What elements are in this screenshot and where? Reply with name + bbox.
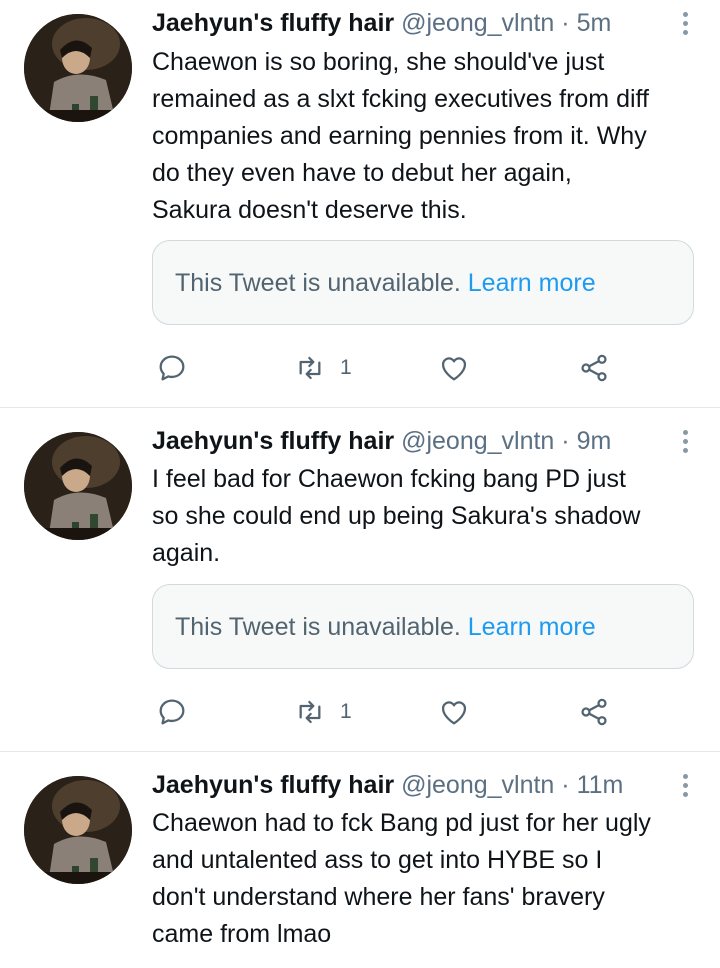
avatar[interactable] [24, 432, 132, 540]
reply-icon [159, 699, 185, 725]
retweet-button[interactable]: 1 [294, 348, 352, 388]
avatar-image [24, 776, 132, 884]
reply-button[interactable] [156, 692, 188, 732]
tweet-text-line: don't understand where her fans' bravery [152, 883, 605, 911]
learn-more-link[interactable]: Learn more [468, 613, 596, 641]
avatar[interactable] [24, 14, 132, 122]
share-button[interactable] [578, 348, 610, 388]
quoted-tweet-unavailable[interactable]: This Tweet is unavailable. Learn more [152, 240, 694, 325]
heart-icon [441, 357, 467, 381]
learn-more-link[interactable]: Learn more [468, 269, 596, 297]
tweet-text-line: remained as a slxt fcking executives fro… [152, 85, 649, 113]
tweet-text-line: Chaewon had to fck Bang pd just for her … [152, 809, 651, 837]
unavailable-text: This Tweet is unavailable. [175, 269, 461, 297]
more-vertical-icon[interactable] [682, 12, 690, 39]
avatar-image [24, 432, 132, 540]
tweet-text: Chaewon had to fck Bang pd just for her … [152, 805, 697, 953]
tweet-text: I feel bad for Chaewon fcking bang PD ju… [152, 461, 697, 572]
reply-button[interactable] [156, 348, 188, 388]
tweet-text-line: Chaewon is so boring, she should've just [152, 48, 605, 76]
tweet[interactable]: Jaehyun's fluffy hair @jeong_vlntn · 9m … [0, 408, 720, 752]
like-button[interactable] [438, 348, 470, 388]
separator: · [561, 427, 570, 455]
tweet[interactable]: Jaehyun's fluffy hair @jeong_vlntn · 11m… [0, 752, 720, 968]
user-handle[interactable]: @jeong_vlntn [401, 427, 554, 455]
reply-icon [159, 355, 185, 381]
user-handle[interactable]: @jeong_vlntn [401, 9, 554, 37]
more-vertical-icon[interactable] [682, 774, 690, 801]
retweet-count: 1 [340, 356, 352, 379]
tweet-text-line: came from lmao [152, 920, 332, 948]
tweet-header: Jaehyun's fluffy hair @jeong_vlntn · 11m [152, 770, 676, 800]
share-icon [581, 354, 607, 382]
display-name[interactable]: Jaehyun's fluffy hair [152, 9, 394, 37]
tweet-text-line: and untalented ass to get into HYBE so I [152, 846, 603, 874]
retweet-count: 1 [340, 700, 352, 723]
avatar-image [24, 14, 132, 122]
tweet-actions: 1 [152, 348, 632, 388]
unavailable-text: This Tweet is unavailable. [175, 613, 461, 641]
display-name[interactable]: Jaehyun's fluffy hair [152, 427, 394, 455]
like-button[interactable] [438, 692, 470, 732]
tweet-header: Jaehyun's fluffy hair @jeong_vlntn · 9m [152, 426, 676, 456]
tweet-text-line: again. [152, 539, 221, 567]
tweet-actions: 1 [152, 692, 632, 732]
tweet-text: Chaewon is so boring, she should've just… [152, 44, 697, 229]
tweet-text-line: companies and earning pennies from it. W… [152, 122, 647, 150]
tweet-text-line: I feel bad for Chaewon fcking bang PD ju… [152, 465, 626, 493]
heart-icon [441, 701, 467, 725]
tweet[interactable]: Jaehyun's fluffy hair @jeong_vlntn · 5m … [0, 0, 720, 408]
tweet-text-line: Sakura doesn't deserve this. [152, 196, 467, 224]
retweet-icon [299, 700, 321, 724]
share-button[interactable] [578, 692, 610, 732]
tweet-text-line: do they even have to debut her again, [152, 159, 572, 187]
avatar[interactable] [24, 776, 132, 884]
timestamp[interactable]: 11m [577, 771, 624, 799]
timestamp[interactable]: 5m [577, 9, 612, 37]
separator: · [561, 771, 570, 799]
share-icon [581, 698, 607, 726]
retweet-button[interactable]: 1 [294, 692, 352, 732]
tweet-header: Jaehyun's fluffy hair @jeong_vlntn · 5m [152, 8, 676, 38]
display-name[interactable]: Jaehyun's fluffy hair [152, 771, 394, 799]
retweet-icon [299, 356, 321, 380]
user-handle[interactable]: @jeong_vlntn [401, 771, 554, 799]
timestamp[interactable]: 9m [577, 427, 612, 455]
separator: · [561, 9, 570, 37]
tweet-text-line: so she could end up being Sakura's shado… [152, 502, 641, 530]
quoted-tweet-unavailable[interactable]: This Tweet is unavailable. Learn more [152, 584, 694, 669]
more-vertical-icon[interactable] [682, 430, 690, 457]
